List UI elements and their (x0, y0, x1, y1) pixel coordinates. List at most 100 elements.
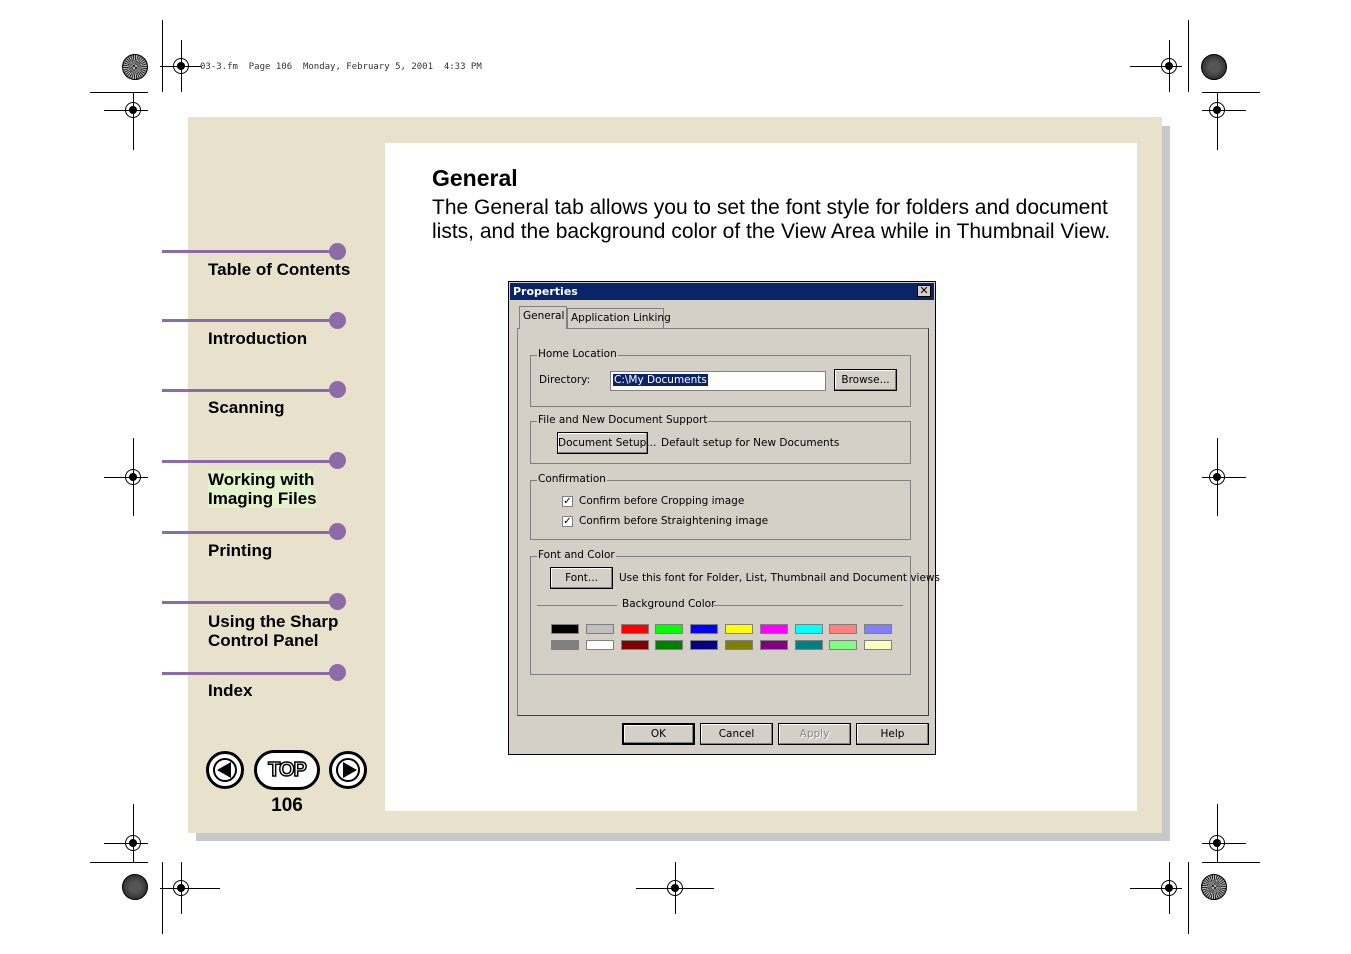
nav-dot-icon (329, 593, 346, 610)
top-button[interactable]: TOP (254, 750, 320, 790)
color-swatch[interactable] (725, 624, 753, 634)
color-swatch[interactable] (585, 624, 614, 634)
crosshair-icon (1161, 880, 1177, 896)
font-color-group: Font and Color Font... Use this font for… (530, 549, 940, 675)
color-swatch[interactable] (864, 624, 893, 634)
color-swatch[interactable] (655, 624, 684, 634)
apply-button[interactable]: Apply (778, 723, 851, 745)
background-color-label: Background Color (622, 598, 716, 610)
top-button-label: TOP (267, 758, 307, 782)
color-swatch[interactable] (655, 640, 684, 650)
document-setup-button[interactable]: Document Setup... (557, 432, 656, 454)
sidebar-item-using-sharp-control-panel[interactable]: Using the Sharp Control Panel (208, 612, 338, 650)
nav-dot-icon (329, 523, 346, 540)
sidebar-item-table-of-contents[interactable]: Table of Contents (208, 260, 350, 279)
nav-divider (162, 672, 338, 675)
sidebar-item-label: Control Panel (208, 631, 319, 650)
dialog-titlebar: Properties ✕ (510, 283, 934, 300)
font-button-label: Font... (565, 572, 598, 584)
document-setup-description: Default setup for New Documents (661, 437, 840, 449)
group-label: Confirmation (537, 473, 607, 485)
arrow-left-icon (217, 762, 231, 778)
sidebar-item-label: Working with (208, 470, 315, 489)
nav-dot-icon (329, 381, 346, 398)
color-swatch[interactable] (829, 624, 858, 634)
tab-general[interactable]: General (519, 306, 567, 329)
divider (711, 605, 903, 606)
nav-divider (162, 250, 338, 253)
color-swatch[interactable] (690, 640, 719, 650)
color-swatch[interactable] (585, 640, 614, 650)
nav-dot-icon (329, 664, 346, 681)
page-number: 106 (271, 795, 303, 816)
sidebar-item-working-with-imaging-files[interactable]: Working with Imaging Files (208, 470, 317, 508)
ok-button[interactable]: OK (622, 723, 695, 745)
registration-rosette-icon (122, 54, 148, 80)
color-swatch[interactable] (794, 640, 823, 650)
help-button[interactable]: Help (856, 723, 929, 745)
crosshair-icon (1209, 102, 1225, 118)
confirm-straightening-label: Confirm before Straightening image (579, 515, 769, 527)
crosshair-icon (173, 880, 189, 896)
checkmark-icon[interactable]: ✓ (562, 516, 573, 527)
crosshair-icon (667, 880, 683, 896)
directory-label: Directory: (539, 374, 591, 386)
cancel-button[interactable]: Cancel (700, 723, 773, 745)
tab-application-linking[interactable]: Application Linking (567, 308, 671, 328)
general-tab-page: Home Location Directory: C:\My Documents… (517, 328, 940, 716)
properties-dialog: Properties ✕ General Application Linking… (508, 281, 940, 755)
body-paragraph: The General tab allows you to set the fo… (432, 196, 1111, 243)
sidebar-item-index[interactable]: Index (208, 681, 252, 700)
sidebar-item-printing[interactable]: Printing (208, 541, 272, 560)
confirmation-group: Confirmation ✓ Confirm before Cropping i… (530, 473, 911, 540)
color-swatch[interactable] (794, 624, 823, 634)
arrow-right-icon (343, 762, 357, 778)
apply-button-label: Apply (799, 728, 830, 740)
color-swatch[interactable] (620, 624, 649, 634)
color-swatch[interactable] (620, 640, 649, 650)
nav-divider (162, 460, 338, 463)
cancel-button-label: Cancel (718, 728, 755, 740)
color-swatch[interactable] (829, 640, 858, 650)
crosshair-icon (125, 835, 141, 851)
sidebar-item-label: Imaging Files (208, 489, 317, 508)
sidebar-item-label: Using the Sharp (208, 612, 339, 631)
group-label: Font and Color (537, 549, 616, 561)
color-swatch[interactable] (725, 640, 753, 650)
color-swatch[interactable] (864, 640, 893, 650)
crosshair-icon (125, 469, 141, 485)
confirm-cropping-label: Confirm before Cropping image (579, 495, 745, 507)
sidebar-item-scanning[interactable]: Scanning (208, 398, 285, 417)
group-label: File and New Document Support (537, 414, 709, 426)
color-swatch[interactable] (551, 640, 579, 650)
crosshair-icon (1209, 835, 1225, 851)
crosshair-icon (1209, 469, 1225, 485)
nav-divider (162, 319, 338, 322)
directory-input[interactable]: C:\My Documents (610, 371, 826, 391)
close-icon[interactable]: ✕ (917, 285, 931, 297)
nav-dot-icon (329, 452, 346, 469)
divider (537, 605, 617, 606)
nav-dot-icon (329, 312, 346, 329)
nav-divider (162, 601, 338, 604)
color-swatch[interactable] (690, 624, 719, 634)
font-button[interactable]: Font... (550, 567, 613, 589)
next-page-button[interactable] (329, 751, 367, 789)
color-swatch[interactable] (551, 624, 579, 634)
print-header: 03-3.fm Page 106 Monday, February 5, 200… (200, 62, 482, 72)
browse-button[interactable]: Browse... (834, 369, 897, 391)
checkmark-icon[interactable]: ✓ (562, 496, 573, 507)
nav-dot-icon (329, 243, 346, 260)
registration-rosette-icon (1201, 54, 1227, 80)
crosshair-icon (1161, 58, 1177, 74)
file-support-group: File and New Document Support Document S… (530, 414, 911, 464)
color-swatch[interactable] (759, 624, 788, 634)
sidebar-item-introduction[interactable]: Introduction (208, 329, 307, 348)
color-swatch[interactable] (759, 640, 788, 650)
browse-button-label: Browse... (841, 374, 890, 386)
crosshair-icon (125, 102, 141, 118)
crosshair-icon (173, 58, 189, 74)
home-location-group: Home Location Directory: C:\My Documents… (530, 348, 911, 407)
previous-page-button[interactable] (206, 751, 244, 789)
registration-rosette-icon (1201, 874, 1227, 900)
